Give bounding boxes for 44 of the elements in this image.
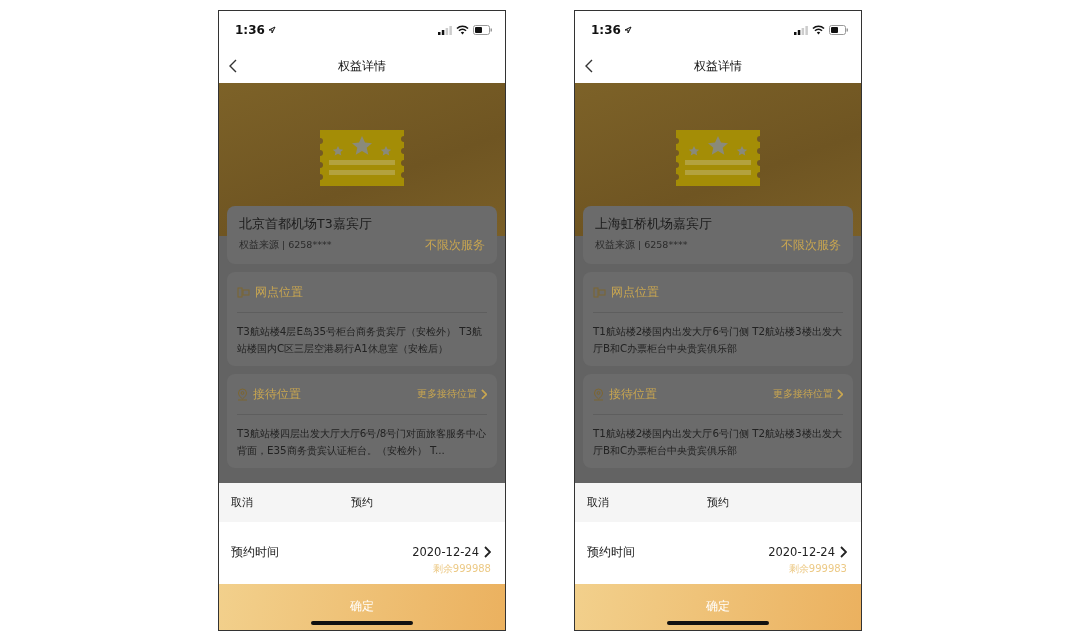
location-arrow-icon xyxy=(267,26,276,34)
chevron-right-icon xyxy=(840,546,847,558)
page-title: 权益详情 xyxy=(338,57,386,75)
cancel-button[interactable]: 取消 xyxy=(231,495,253,510)
back-icon[interactable] xyxy=(585,59,593,73)
battery-icon xyxy=(829,25,849,35)
location-arrow-icon xyxy=(623,26,632,34)
location-pin-icon xyxy=(593,387,604,401)
section-title-text: 接待位置 xyxy=(609,385,657,403)
date-picker[interactable]: 2020-12-24 xyxy=(768,545,847,559)
service-label: 不限次服务 xyxy=(781,237,841,254)
field-label: 预约时间 xyxy=(231,544,279,561)
chevron-right-icon xyxy=(836,388,843,400)
remaining-count: 剩余999983 xyxy=(788,562,847,576)
wifi-icon xyxy=(812,25,825,35)
section-title-text: 网点位置 xyxy=(611,283,659,301)
section-title-text: 网点位置 xyxy=(255,283,303,301)
date-picker[interactable]: 2020-12-24 xyxy=(412,545,491,559)
lounge-name: 上海虹桥机场嘉宾厅 xyxy=(595,216,713,233)
building-icon xyxy=(237,286,250,298)
location-text: T3航站楼四层出发大厅大厅6号/8号门对面旅客服务中心背面，E35商务贵宾认证柜台。（安检外） T... xyxy=(237,426,487,458)
status-time: 1:36 xyxy=(591,23,632,37)
location-pin-icon xyxy=(237,387,248,401)
section-title-text: 接待位置 xyxy=(253,385,301,403)
battery-icon xyxy=(473,25,493,35)
status-time: 1:36 xyxy=(235,23,276,37)
location-text: T3航站楼4层E岛35号柜台商务贵宾厅（安检外） T3航站楼国内C区三层空港易行A1休息室（安检后） xyxy=(237,324,484,356)
back-icon[interactable] xyxy=(229,59,237,73)
cancel-button[interactable]: 取消 xyxy=(587,495,609,510)
service-label: 不限次服务 xyxy=(425,237,485,254)
remaining-count: 剩余999988 xyxy=(432,562,491,576)
signal-icon xyxy=(794,25,808,35)
location-text: T1航站楼2楼国内出发大厅6号门侧 T2航站楼3楼出发大厅B和C办票柜台中央贵宾俱乐部 xyxy=(593,324,843,356)
location-text: T1航站楼2楼国内出发大厅6号门侧 T2航站楼3楼出发大厅B和C办票柜台中央贵宾俱乐部 xyxy=(593,426,843,458)
sheet-title: 预约 xyxy=(707,495,729,510)
building-icon xyxy=(593,286,606,298)
wifi-icon xyxy=(456,25,469,35)
sheet-title: 预约 xyxy=(351,495,373,510)
chevron-right-icon xyxy=(480,388,487,400)
signal-icon xyxy=(438,25,452,35)
chevron-right-icon xyxy=(484,546,491,558)
field-label: 预约时间 xyxy=(587,544,635,561)
lounge-name: 北京首都机场T3嘉宾厅 xyxy=(239,216,373,233)
page-title: 权益详情 xyxy=(694,57,742,75)
